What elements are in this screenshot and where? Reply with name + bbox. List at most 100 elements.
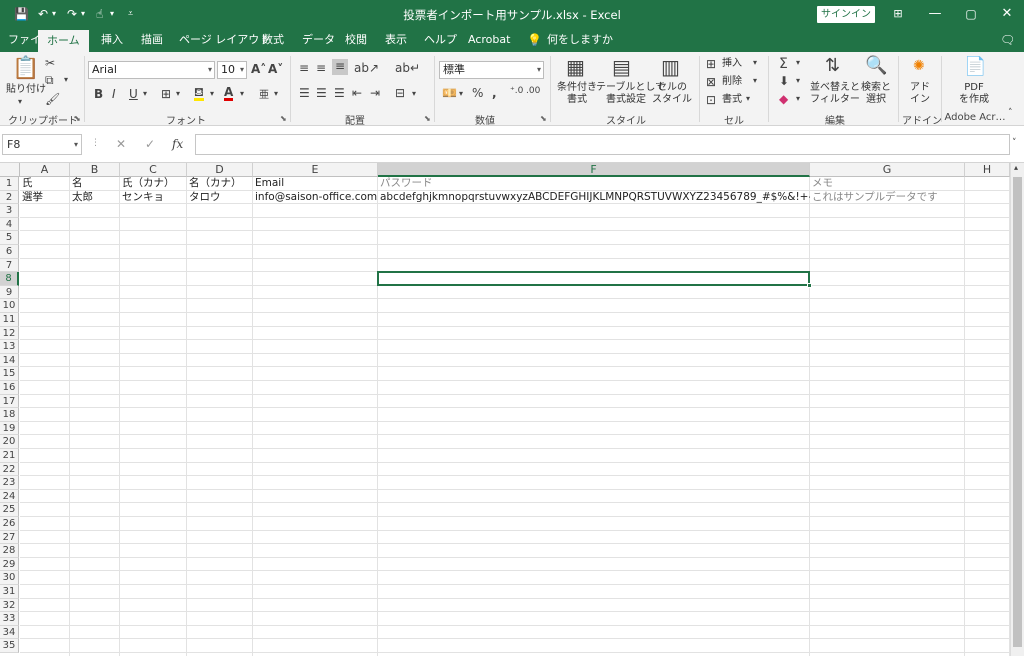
borders-icon[interactable]: ⊞ [161,87,171,101]
cell-d1[interactable]: 名（カナ） [187,177,253,191]
decrease-decimal-icon[interactable]: .00 [526,86,540,96]
paste-icon[interactable]: 📋 [12,56,39,81]
tab-4[interactable]: ページ レイアウト [179,28,270,52]
format-painter-icon[interactable]: 🖌 [45,92,60,106]
cell-c2[interactable]: センキョ [120,191,187,205]
paste-dropdown-icon[interactable]: ▾ [18,97,22,106]
row-header-8[interactable]: 8 [0,272,19,286]
row-header-31[interactable]: 31 [0,585,19,599]
cell-d2[interactable]: タロウ [187,191,253,205]
number-format-combo[interactable]: 標準 ▾ [439,61,544,79]
copy-dropdown-icon[interactable]: ▾ [64,75,68,84]
row-header-1[interactable]: 1 [0,177,19,191]
find-select-button[interactable]: 検索と 選択 [858,82,894,106]
currency-icon[interactable]: 💴 [442,86,457,100]
percent-icon[interactable]: % [472,86,483,100]
increase-decimal-icon[interactable]: ⁺.0 [510,86,523,96]
insert-function-icon[interactable]: fx [172,137,183,151]
vertical-scrollbar[interactable]: ▴ [1010,163,1024,656]
row-header-19[interactable]: 19 [0,421,19,436]
column-header-d[interactable]: D [187,163,253,177]
row-header-28[interactable]: 28 [0,544,19,558]
phonetic-icon[interactable]: 亜 [259,86,269,101]
italic-icon[interactable]: I [112,87,116,101]
wrap-text-icon[interactable]: ab↵ [395,61,420,75]
cell-b1[interactable]: 名 [70,177,120,191]
format-cells-icon[interactable]: ⊡ [706,93,716,107]
row-header-11[interactable]: 11 [0,313,19,327]
sort-filter-icon[interactable]: ⇅ [825,55,840,76]
addins-button[interactable]: アド イン [904,82,936,106]
fill-color-dropdown-icon[interactable]: ▾ [210,89,214,98]
conditional-format-button[interactable]: 条件付き 書式 [555,82,599,106]
format-as-table-button[interactable]: テーブルとして 書式設定 [596,82,665,106]
comma-icon[interactable]: , [492,86,497,100]
borders-dropdown-icon[interactable]: ▾ [176,89,180,98]
sort-filter-button[interactable]: 並べ替えと フィルター [810,82,860,106]
tell-me-box[interactable]: 何をしますか [547,28,613,52]
delete-cells-button[interactable]: 削除 [722,76,742,88]
create-pdf-icon[interactable]: 📄 [964,56,986,77]
row-header-27[interactable]: 27 [0,530,19,545]
signin-button[interactable]: サインイン [817,6,875,23]
insert-cells-button[interactable]: 挿入 [722,58,742,70]
row-header-18[interactable]: 18 [0,408,19,422]
currency-dropdown-icon[interactable]: ▾ [459,89,463,98]
row-header-33[interactable]: 33 [0,612,19,626]
cell-f2[interactable]: abcdefghjkmnopqrstuvwxyzABCDEFGHIJKLMNPQ… [378,191,810,205]
cell-a2[interactable]: 選挙 [20,191,70,205]
row-header-7[interactable]: 7 [0,258,19,273]
column-header-h[interactable]: H [965,163,1010,177]
format-as-table-icon[interactable]: ▤ [612,55,631,79]
font-color-icon[interactable]: A [224,86,234,101]
cell-f1[interactable]: パスワード [378,177,810,191]
expand-formula-icon[interactable]: ˅ [1012,138,1017,148]
cell-styles-icon[interactable]: ▥ [661,55,680,79]
worksheet-grid[interactable]: ABCDEFGH 1 2 3 4 5 6 7 8 9 10 11 12 13 14 15 16 17 18 19 20… [0,163,1010,656]
row-header-25[interactable]: 25 [0,503,19,517]
cell-b2[interactable]: 太郎 [70,191,120,205]
row-header-30[interactable]: 30 [0,571,19,585]
tab-6[interactable]: データ [302,28,335,52]
row-header-14[interactable]: 14 [0,353,19,368]
selected-cell[interactable] [377,271,810,286]
maximize-icon[interactable]: ▢ [961,4,981,24]
merge-center-icon[interactable]: ⊟ [395,86,405,100]
row-header-35[interactable]: 35 [0,639,19,653]
create-pdf-button[interactable]: PDF を作成 [954,82,994,106]
tab-2[interactable]: 挿入 [101,28,123,52]
cell-styles-button[interactable]: セルの スタイル [650,82,694,106]
scroll-up-icon[interactable]: ▴ [1014,163,1018,172]
paste-button[interactable]: 貼り付け [6,84,46,96]
tab-1[interactable]: ホーム [38,30,89,52]
delete-dropdown-icon[interactable]: ▾ [753,76,757,85]
find-select-icon[interactable]: 🔍 [865,55,887,76]
column-header-c[interactable]: C [120,163,187,177]
insert-cells-icon[interactable]: ⊞ [706,57,716,71]
row-header-15[interactable]: 15 [0,367,19,381]
row-header-3[interactable]: 3 [0,204,19,218]
align-bottom-icon[interactable]: ≡ [332,59,348,75]
row-header-32[interactable]: 32 [0,598,19,613]
underline-icon[interactable]: U [129,87,138,101]
align-middle-icon[interactable]: ≡ [316,61,326,75]
align-left-icon[interactable]: ☰ [299,86,310,100]
column-header-a[interactable]: A [20,163,70,177]
autosum-icon[interactable]: Σ [779,56,788,72]
tab-9[interactable]: ヘルプ [424,28,457,52]
bold-icon[interactable]: B [94,87,103,101]
row-header-23[interactable]: 23 [0,476,19,490]
tab-3[interactable]: 描画 [141,28,163,52]
underline-dropdown-icon[interactable]: ▾ [143,89,147,98]
insert-dropdown-icon[interactable]: ▾ [753,58,757,67]
cancel-icon[interactable]: ✕ [116,137,126,151]
format-cells-button[interactable]: 書式 [722,94,742,106]
name-box[interactable]: F8 ▾ [2,134,82,155]
row-header-9[interactable]: 9 [0,285,19,300]
alignment-launcher-icon[interactable]: ⬊ [424,114,431,123]
row-header-20[interactable]: 20 [0,435,19,449]
align-right-icon[interactable]: ☰ [334,86,345,100]
formula-input[interactable] [195,134,1010,155]
cell-e1[interactable]: Email [253,177,378,191]
increase-font-icon[interactable]: A˄ [251,62,266,76]
